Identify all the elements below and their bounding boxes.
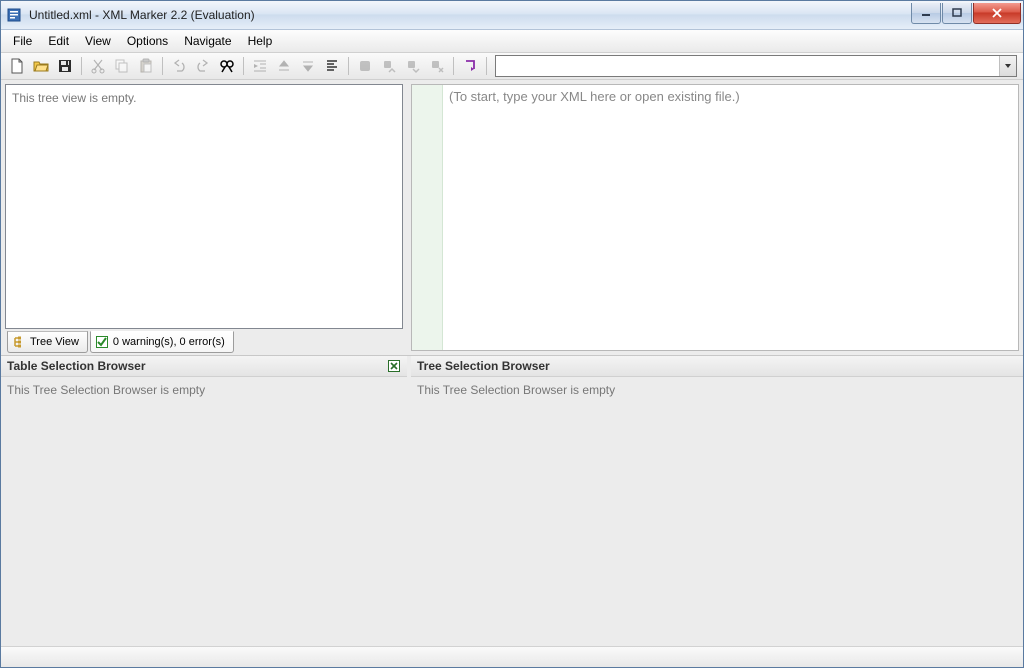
tree-selection-header: Tree Selection Browser [411, 356, 1023, 377]
tree-selection-body: This Tree Selection Browser is empty [411, 377, 1023, 646]
undo-icon[interactable] [167, 54, 191, 78]
table-selection-empty: This Tree Selection Browser is empty [7, 383, 205, 397]
tree-selection-panel: Tree Selection Browser This Tree Selecti… [411, 356, 1023, 646]
titlebar[interactable]: Untitled.xml - XML Marker 2.2 (Evaluatio… [1, 1, 1023, 30]
collapse-up-icon[interactable] [272, 54, 296, 78]
bookmark-next-icon[interactable] [401, 54, 425, 78]
window-buttons [910, 3, 1021, 23]
menu-help[interactable]: Help [240, 30, 281, 52]
tab-warnings-label: 0 warning(s), 0 error(s) [113, 336, 225, 348]
table-selection-body: This Tree Selection Browser is empty [1, 377, 407, 646]
menu-edit[interactable]: Edit [40, 30, 77, 52]
tree-empty-text: This tree view is empty. [12, 91, 136, 105]
close-button[interactable] [973, 3, 1021, 24]
tree-icon [12, 335, 26, 349]
table-selection-header: Table Selection Browser [1, 356, 407, 377]
tree-tabs: Tree View 0 warning(s), 0 error(s) [1, 331, 407, 353]
toolbar-separator [162, 57, 163, 75]
tab-tree-view-label: Tree View [30, 336, 79, 348]
tab-warnings[interactable]: 0 warning(s), 0 error(s) [90, 331, 234, 353]
export-excel-icon[interactable] [387, 359, 401, 373]
open-file-icon[interactable] [29, 54, 53, 78]
bookmark-clear-icon[interactable] [425, 54, 449, 78]
tree-selection-empty: This Tree Selection Browser is empty [417, 383, 615, 397]
window-title: Untitled.xml - XML Marker 2.2 (Evaluatio… [29, 8, 910, 22]
find-icon[interactable] [215, 54, 239, 78]
new-file-icon[interactable] [5, 54, 29, 78]
toolbar-separator [81, 57, 82, 75]
menu-file[interactable]: File [5, 30, 40, 52]
format-icon[interactable] [320, 54, 344, 78]
paste-icon[interactable] [134, 54, 158, 78]
bookmark-prev-icon[interactable] [377, 54, 401, 78]
toolbar-separator [348, 57, 349, 75]
save-icon[interactable] [53, 54, 77, 78]
redo-icon[interactable] [191, 54, 215, 78]
menubar: File Edit View Options Navigate Help [1, 30, 1023, 53]
tree-selection-title: Tree Selection Browser [417, 359, 550, 373]
table-selection-panel: Table Selection Browser This Tree Select… [1, 356, 407, 646]
toolbar-separator [243, 57, 244, 75]
editor-gutter [412, 85, 443, 350]
statusbar [1, 646, 1023, 667]
editor-wrap: (To start, type your XML here or open ex… [411, 84, 1019, 351]
app-window: Untitled.xml - XML Marker 2.2 (Evaluatio… [0, 0, 1024, 668]
client-area: This tree view is empty. Tree View 0 war… [1, 80, 1023, 667]
path-combo[interactable] [495, 55, 1017, 77]
maximize-button[interactable] [942, 3, 972, 24]
xml-editor[interactable]: (To start, type your XML here or open ex… [443, 85, 1018, 350]
tree-view[interactable]: This tree view is empty. [5, 84, 403, 329]
check-icon [95, 335, 109, 349]
toolbar [1, 53, 1023, 80]
menu-view[interactable]: View [77, 30, 119, 52]
editor-placeholder: (To start, type your XML here or open ex… [449, 89, 740, 104]
toolbar-separator [486, 57, 487, 75]
table-selection-title: Table Selection Browser [7, 359, 146, 373]
indent-right-icon[interactable] [248, 54, 272, 78]
menu-navigate[interactable]: Navigate [176, 30, 239, 52]
expand-down-icon[interactable] [296, 54, 320, 78]
bookmark-toggle-icon[interactable] [353, 54, 377, 78]
cut-icon[interactable] [86, 54, 110, 78]
minimize-button[interactable] [911, 3, 941, 24]
refresh-icon[interactable] [458, 54, 482, 78]
tree-pane: This tree view is empty. Tree View 0 war… [1, 80, 407, 355]
lower-split: Table Selection Browser This Tree Select… [1, 355, 1023, 646]
copy-icon[interactable] [110, 54, 134, 78]
toolbar-separator [453, 57, 454, 75]
menu-options[interactable]: Options [119, 30, 176, 52]
dropdown-icon[interactable] [999, 56, 1016, 76]
tab-tree-view[interactable]: Tree View [7, 331, 88, 353]
editor-pane: (To start, type your XML here or open ex… [411, 80, 1023, 355]
app-icon [7, 7, 23, 23]
upper-split: This tree view is empty. Tree View 0 war… [1, 80, 1023, 355]
